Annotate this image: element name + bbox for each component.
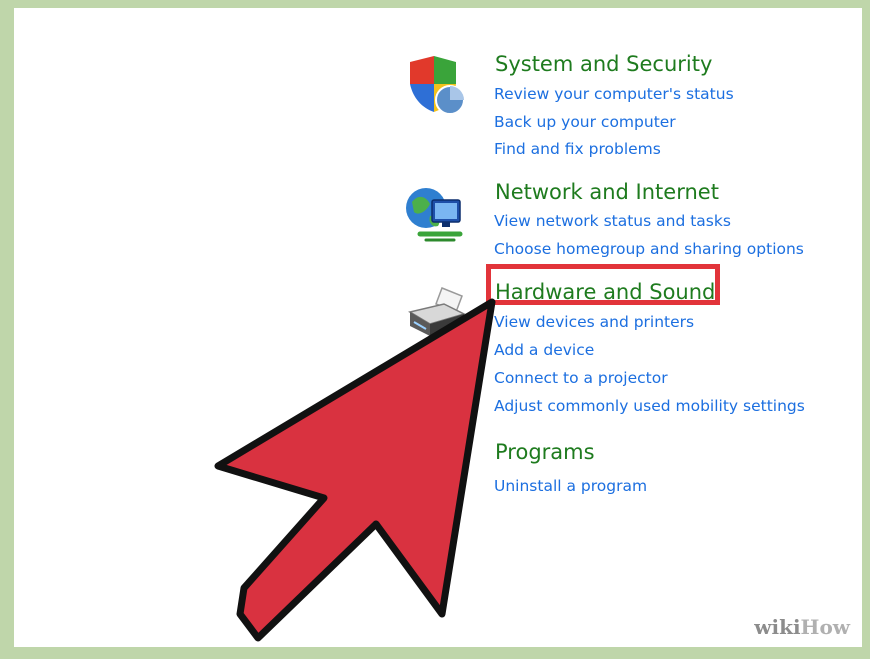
network-globe-icon[interactable] bbox=[404, 182, 468, 246]
link-network-status[interactable]: View network status and tasks bbox=[494, 212, 731, 230]
link-mobility-settings[interactable]: Adjust commonly used mobility settings bbox=[494, 397, 805, 415]
wikihow-watermark: wikiHow bbox=[754, 615, 850, 639]
shield-icon[interactable] bbox=[404, 54, 468, 118]
category-title-programs[interactable]: Programs bbox=[495, 440, 595, 464]
category-title-network-internet[interactable]: Network and Internet bbox=[495, 180, 719, 204]
highlight-box bbox=[486, 264, 720, 305]
link-devices-printers[interactable]: View devices and printers bbox=[494, 313, 694, 331]
category-title-system-security[interactable]: System and Security bbox=[495, 52, 712, 76]
link-add-device[interactable]: Add a device bbox=[494, 341, 594, 359]
control-panel-view: System and Security Review your computer… bbox=[14, 8, 862, 647]
link-back-up[interactable]: Back up your computer bbox=[494, 113, 676, 131]
link-homegroup[interactable]: Choose homegroup and sharing options bbox=[494, 240, 804, 258]
link-find-fix[interactable]: Find and fix problems bbox=[494, 140, 661, 158]
programs-icon[interactable] bbox=[404, 446, 468, 510]
link-projector[interactable]: Connect to a projector bbox=[494, 369, 668, 387]
watermark-wiki: wiki bbox=[754, 615, 801, 639]
link-review-status[interactable]: Review your computer's status bbox=[494, 85, 734, 103]
link-uninstall-program[interactable]: Uninstall a program bbox=[494, 477, 647, 495]
watermark-how: How bbox=[800, 615, 850, 639]
printer-icon[interactable] bbox=[404, 282, 468, 346]
image-frame: System and Security Review your computer… bbox=[0, 0, 870, 659]
